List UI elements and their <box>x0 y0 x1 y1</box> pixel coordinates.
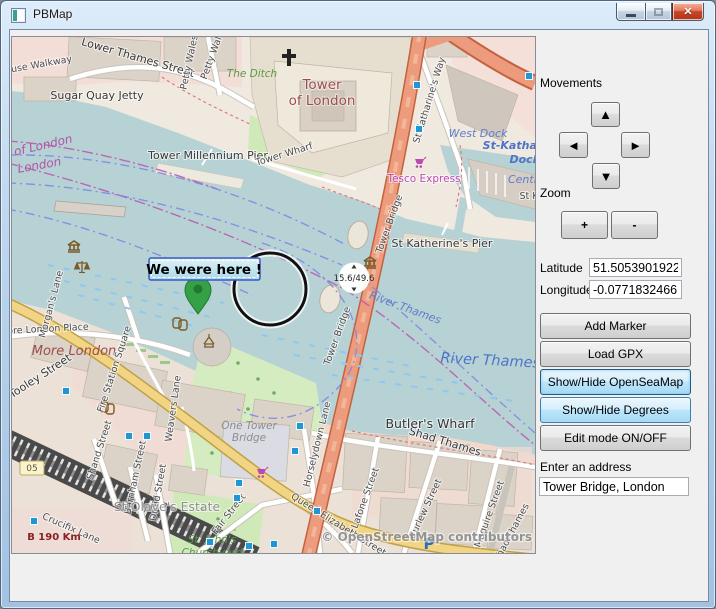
edit-handle[interactable] <box>526 73 533 80</box>
toggle-degrees-button[interactable]: Show/Hide Degrees <box>540 397 691 423</box>
edit-handle[interactable] <box>236 480 243 487</box>
map-label: Butler's Wharf <box>385 416 475 431</box>
map-label: St-Katharine <box>483 139 535 152</box>
osm-attribution: © OpenStreetMap contributors <box>321 530 532 544</box>
load-gpx-button[interactable]: Load GPX <box>540 341 691 367</box>
caption-buttons: ✕ <box>616 3 704 21</box>
longitude-input[interactable] <box>589 280 682 299</box>
clearance-value: 15.6/49.6 <box>334 274 375 284</box>
add-marker-button[interactable]: Add Marker <box>540 313 691 339</box>
zoom-label: Zoom <box>540 186 571 200</box>
minimize-button[interactable] <box>616 3 645 21</box>
edit-handle[interactable] <box>31 518 38 525</box>
move-up-button[interactable]: ▲ <box>591 102 620 127</box>
edit-handle[interactable] <box>314 508 321 515</box>
move-right-button[interactable]: ► <box>621 132 650 158</box>
edit-handle[interactable] <box>271 541 278 548</box>
map-label: of London <box>289 93 356 109</box>
edit-handle[interactable] <box>63 388 70 395</box>
move-left-button[interactable]: ◄ <box>559 132 588 158</box>
latitude-input[interactable] <box>589 258 682 277</box>
zoom-out-button[interactable]: - <box>611 211 658 239</box>
we-were-here-text: We were here ! <box>146 262 262 278</box>
edit-handle[interactable] <box>234 495 241 502</box>
map-label: Docks <box>509 153 535 166</box>
address-label: Enter an address <box>540 460 631 474</box>
zoom-in-button[interactable]: + <box>561 211 608 239</box>
map-label: Tesco Express <box>386 173 460 185</box>
edit-handle[interactable] <box>297 423 304 430</box>
map-label: Sugar Quay Jetty <box>50 89 144 102</box>
edit-handle[interactable] <box>144 433 151 440</box>
map-label: Bridge <box>232 432 266 444</box>
maximize-icon <box>654 8 663 16</box>
map-label: Churchyard <box>181 547 242 553</box>
map-label: The Ditch <box>227 68 277 80</box>
map-label: More London <box>32 344 117 359</box>
edit-handle[interactable] <box>246 543 253 550</box>
client-area: use WalkwaySugar Quay JettyLower Thames … <box>9 29 709 602</box>
edit-handle[interactable] <box>207 539 214 546</box>
map-label: Central <box>508 173 535 186</box>
edit-handle[interactable] <box>292 448 299 455</box>
map-label: St Katherine's Pier <box>392 237 493 250</box>
window-title: PBMap <box>33 7 72 21</box>
longitude-label: Longitude <box>540 283 593 297</box>
map-label: St K <box>519 191 535 202</box>
minimize-icon <box>626 14 636 17</box>
movements-label: Movements <box>540 76 602 90</box>
maximize-button[interactable] <box>645 3 672 21</box>
address-input[interactable] <box>539 477 689 496</box>
map-label: St Olave's Estate <box>114 499 221 514</box>
titlebar[interactable]: PBMap ✕ <box>1 1 715 29</box>
window-frame: PBMap ✕ <box>0 0 716 609</box>
map-canvas[interactable]: use WalkwaySugar Quay JettyLower Thames … <box>12 37 535 553</box>
we-were-here-label[interactable]: We were here ! <box>146 258 262 280</box>
move-down-button[interactable]: ▼ <box>592 163 620 189</box>
close-icon: ✕ <box>683 5 692 18</box>
app-icon <box>11 8 26 23</box>
edit-handle[interactable] <box>414 82 421 89</box>
map-label: B 190 Km <box>27 532 81 543</box>
map-viewport[interactable]: use WalkwaySugar Quay JettyLower Thames … <box>11 36 536 554</box>
map-label: Tower Millennium Pier <box>147 149 268 162</box>
edit-handle[interactable] <box>416 126 423 133</box>
map-label: Tower <box>301 77 342 93</box>
map-label: One Tower <box>221 420 277 432</box>
map-label: 05 <box>26 464 37 474</box>
latitude-label: Latitude <box>540 261 583 275</box>
close-button[interactable]: ✕ <box>672 3 704 21</box>
edit-handle[interactable] <box>126 433 133 440</box>
edit-mode-button[interactable]: Edit mode ON/OFF <box>540 425 691 451</box>
toggle-openseamap-button[interactable]: Show/Hide OpenSeaMap <box>540 369 691 395</box>
